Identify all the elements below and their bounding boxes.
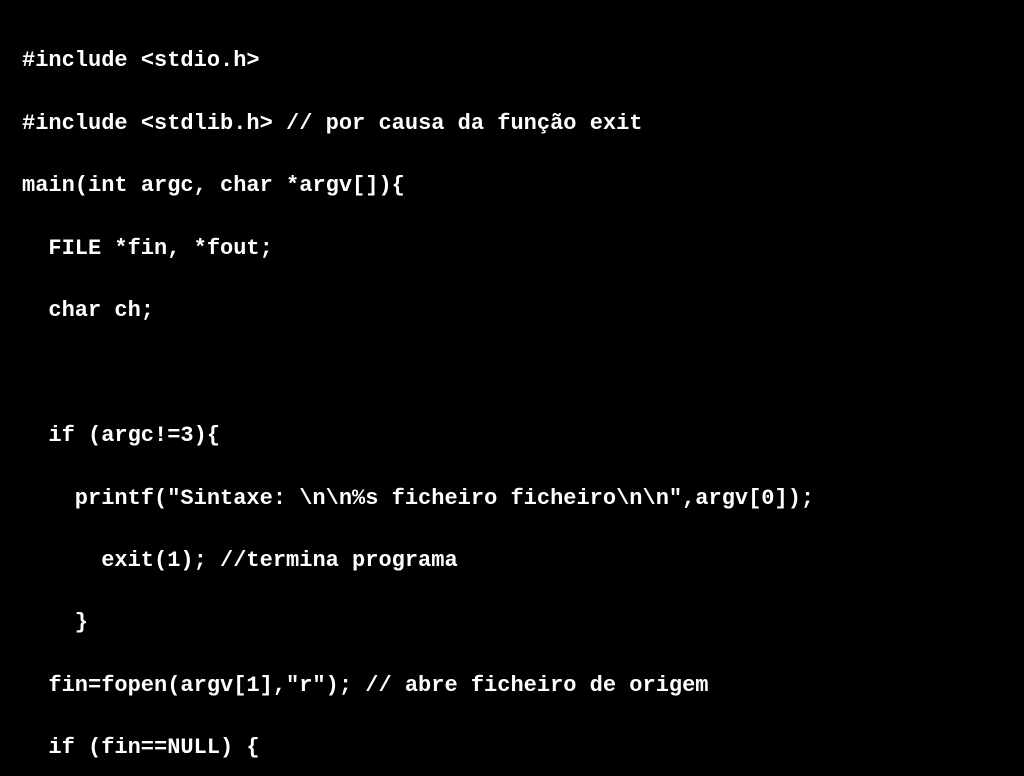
code-line: fin=fopen(argv[1],"r"); // abre ficheiro… [22, 670, 709, 701]
code-slide: #include <stdio.h> #include <stdlib.h> /… [0, 0, 1024, 776]
code-line: if (argc!=3){ [22, 420, 220, 451]
code-line: } [22, 607, 88, 638]
code-line: exit(1); //termina programa [22, 545, 458, 576]
code-line: #include <stdio.h> [22, 48, 260, 73]
code-line: main(int argc, char *argv[]){ [22, 173, 405, 198]
code-line: printf("Sintaxe: \n\n%s ficheiro ficheir… [22, 483, 814, 514]
code-line: #include <stdlib.h> // por causa da funç… [22, 111, 643, 136]
code-line: if (fin==NULL) { [22, 732, 260, 763]
code-line: FILE *fin, *fout; [22, 233, 273, 264]
code-line: char ch; [22, 295, 154, 326]
